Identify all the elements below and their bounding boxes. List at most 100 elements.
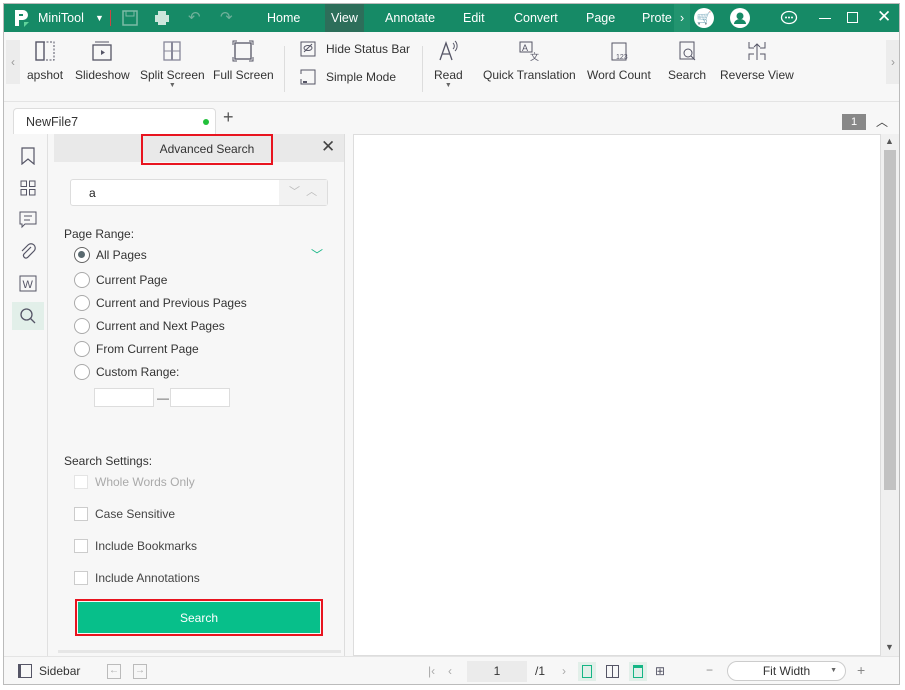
- cart-icon[interactable]: 🛒: [694, 8, 714, 28]
- advanced-search-panel: Advanced Search ✕ a ﹀ ︿ Page Range: ﹀ Al…: [54, 134, 345, 656]
- new-tab-button[interactable]: +: [223, 107, 234, 128]
- panel-header: Advanced Search ✕: [54, 134, 344, 165]
- app-name: MiniTool: [38, 11, 84, 25]
- checkbox-include-bookmarks[interactable]: Include Bookmarks: [74, 539, 197, 553]
- radio-current-page[interactable]: Current Page: [74, 272, 167, 288]
- word-count-button[interactable]: 123 Word Count: [587, 40, 651, 82]
- word-count-icon: 123: [611, 42, 628, 61]
- expand-chevron-icon[interactable]: ﹀: [311, 246, 323, 263]
- menu-home[interactable]: Home: [261, 4, 306, 32]
- collapse-ribbon-button[interactable]: ︿: [876, 113, 888, 130]
- close-panel-button[interactable]: ✕: [321, 137, 335, 157]
- single-page-view-button[interactable]: [578, 662, 596, 681]
- full-screen-button[interactable]: Full Screen: [213, 40, 274, 82]
- quick-translation-button[interactable]: A 文 Quick Translation: [483, 40, 576, 82]
- read-aloud-icon: [439, 40, 458, 61]
- previous-page-button[interactable]: ‹: [448, 664, 452, 678]
- comments-button[interactable]: [12, 206, 44, 234]
- menu-view[interactable]: View: [325, 4, 364, 32]
- sidebar-icon-strip: W: [8, 134, 48, 656]
- thumbnails-icon: [20, 180, 36, 196]
- read-button[interactable]: Read ▼: [434, 40, 463, 89]
- slideshow-icon: [92, 41, 112, 61]
- search-input[interactable]: a ﹀ ︿: [70, 179, 328, 206]
- zoom-in-button[interactable]: +: [857, 662, 865, 678]
- bookmark-button[interactable]: [12, 142, 44, 170]
- search-icon: [20, 308, 36, 324]
- radio-custom-range[interactable]: Custom Range:: [74, 364, 179, 380]
- search-button[interactable]: Search: [78, 602, 320, 633]
- panel-scrollbar[interactable]: [58, 650, 341, 653]
- feedback-icon[interactable]: [780, 10, 798, 26]
- minimize-button[interactable]: [819, 18, 831, 20]
- zoom-select[interactable]: Fit Width ▼: [727, 661, 846, 681]
- thumbnails-button[interactable]: [12, 174, 44, 202]
- document-tabs: NewFile7 + 1 ︿: [4, 104, 899, 134]
- radio-all-pages[interactable]: All Pages: [74, 247, 147, 263]
- menu-edit[interactable]: Edit: [457, 4, 491, 32]
- vertical-scrollbar[interactable]: ▲ ▼: [881, 134, 899, 656]
- radio-current-next[interactable]: Current and Next Pages: [74, 318, 225, 334]
- sidebar-toggle[interactable]: Sidebar: [18, 664, 80, 678]
- document-page: [353, 134, 881, 656]
- ribbon-scroll-left[interactable]: ‹: [6, 40, 20, 84]
- checkbox-whole-words[interactable]: Whole Words Only: [74, 475, 195, 489]
- simple-mode-button[interactable]: Simple Mode: [300, 69, 396, 85]
- menu-scroll-right[interactable]: ›: [674, 4, 691, 32]
- split-screen-icon: [163, 41, 181, 61]
- total-pages: /1: [535, 664, 546, 678]
- grid-view-button[interactable]: ⊞: [655, 664, 665, 678]
- snapshot-icon: [35, 41, 55, 61]
- previous-result-button[interactable]: ︿: [306, 186, 317, 198]
- print-icon[interactable]: [154, 10, 170, 26]
- search-toolbar-button[interactable]: Search: [668, 40, 706, 82]
- hide-status-bar-icon: [300, 41, 316, 57]
- first-page-button[interactable]: |‹: [428, 664, 435, 678]
- continuous-view-button[interactable]: [629, 662, 647, 681]
- menu-protect[interactable]: Prote: [636, 4, 678, 32]
- slideshow-button[interactable]: Slideshow: [75, 40, 130, 82]
- split-screen-button[interactable]: Split Screen ▼: [140, 40, 205, 89]
- search-sidebar-button[interactable]: [12, 302, 44, 330]
- search-settings-label: Search Settings:: [64, 454, 153, 468]
- zoom-out-button[interactable]: −: [706, 663, 713, 677]
- svg-text:A: A: [522, 43, 528, 53]
- scrollbar-thumb[interactable]: [884, 150, 896, 490]
- menu-page[interactable]: Page: [580, 4, 621, 32]
- search-document-icon: [679, 41, 696, 61]
- reverse-view-icon: [748, 42, 766, 60]
- hide-status-bar-button[interactable]: Hide Status Bar: [300, 41, 410, 57]
- redo-icon[interactable]: ↷: [220, 8, 233, 26]
- unsaved-dot: [203, 119, 209, 125]
- next-page-button[interactable]: ›: [562, 664, 566, 678]
- word-button[interactable]: W: [12, 270, 44, 298]
- checkbox-case-sensitive[interactable]: Case Sensitive: [74, 507, 175, 521]
- undo-icon[interactable]: ↶: [188, 8, 201, 26]
- svg-text:文: 文: [530, 51, 539, 62]
- attachments-button[interactable]: [12, 238, 44, 266]
- back-button[interactable]: ←: [107, 664, 121, 679]
- reverse-view-button[interactable]: Reverse View: [720, 40, 794, 82]
- tab-newfile7[interactable]: NewFile7: [13, 108, 216, 134]
- range-end-input[interactable]: [170, 388, 230, 407]
- radio-current-previous[interactable]: Current and Previous Pages: [74, 295, 247, 311]
- app-window: MiniTool ▼ ↶ ↷ Home View Annotate Edit C…: [3, 3, 900, 685]
- save-icon[interactable]: [122, 10, 138, 26]
- page-number-input[interactable]: 1: [467, 661, 527, 682]
- simple-mode-icon: [300, 69, 316, 85]
- checkbox-include-annotations[interactable]: Include Annotations: [74, 571, 200, 585]
- two-page-view-button[interactable]: [606, 665, 619, 678]
- menu-convert[interactable]: Convert: [508, 4, 564, 32]
- user-avatar-icon[interactable]: [730, 8, 750, 28]
- maximize-button[interactable]: [847, 12, 858, 23]
- app-menu-dropdown[interactable]: ▼: [95, 13, 104, 23]
- translate-icon: A文: [519, 41, 539, 62]
- radio-from-current[interactable]: From Current Page: [74, 341, 199, 357]
- menu-annotate[interactable]: Annotate: [379, 4, 441, 32]
- ribbon-scroll-right[interactable]: ›: [886, 40, 899, 84]
- range-start-input[interactable]: [94, 388, 154, 407]
- close-button[interactable]: ✕: [877, 7, 891, 27]
- forward-button[interactable]: →: [133, 664, 147, 679]
- next-result-button[interactable]: ﹀: [289, 186, 300, 198]
- snapshot-button[interactable]: apshot: [27, 40, 63, 82]
